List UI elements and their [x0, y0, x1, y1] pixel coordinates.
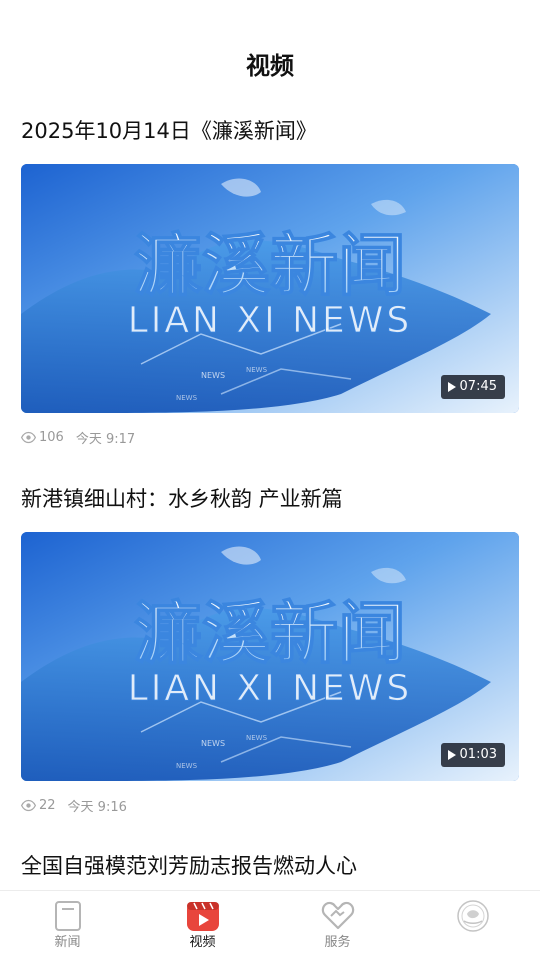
video-card[interactable]: 2025年10月14日《濂溪新闻》 濂溪新闻 LIAN XI NEWS NEWS… — [21, 116, 519, 447]
video-thumbnail[interactable]: 濂溪新闻 LIAN XI NEWS NEWS NEWS NEWS 01:03 — [21, 532, 519, 781]
thumbnail-tag: NEWS — [176, 394, 198, 402]
video-title[interactable]: 2025年10月14日《濂溪新闻》 — [21, 116, 519, 146]
video-feed[interactable]: 2025年10月14日《濂溪新闻》 濂溪新闻 LIAN XI NEWS NEWS… — [0, 110, 540, 890]
video-screen: 视频 2025年10月14日《濂溪新闻》 濂溪新闻 LIAN XI NEWS N… — [0, 0, 540, 960]
play-icon — [447, 750, 456, 760]
thumbnail-tag: NEWS — [201, 371, 225, 380]
header: 视频 — [0, 0, 540, 110]
thumbnail-tag: NEWS — [246, 734, 268, 742]
page-title: 视频 — [246, 52, 294, 80]
video-card[interactable]: 新港镇细山村：水乡秋韵 产业新篇 濂溪新闻 LIAN XI NEWS NEWS … — [21, 484, 519, 815]
video-title[interactable]: 全国自强模范刘芳励志报告燃动人心 — [21, 851, 519, 881]
duration-text: 07:45 — [459, 379, 497, 394]
view-count: 22 — [39, 797, 56, 813]
tab-video[interactable]: 视频 — [135, 891, 270, 960]
thumbnail-en-text: LIAN XI NEWS — [128, 668, 413, 709]
tab-news[interactable]: 新闻 — [0, 891, 135, 960]
tab-services[interactable]: 服务 — [270, 891, 405, 960]
publish-time: 今天 9:16 — [67, 799, 127, 815]
news-icon — [54, 901, 81, 931]
tab-label: 视频 — [189, 935, 216, 950]
tab-label: 新闻 — [54, 935, 81, 950]
video-meta: 106 今天 9:17 — [21, 427, 135, 447]
video-meta: 22 今天 9:16 — [21, 795, 127, 815]
eye-icon — [21, 431, 36, 443]
publish-time: 今天 9:17 — [75, 431, 136, 447]
bottom-tab-bar: 新闻 视频 服务 — [0, 890, 540, 960]
thumbnail-cn-text: 濂溪新闻 — [134, 227, 406, 306]
duration-badge: 07:45 — [440, 375, 505, 399]
view-count: 106 — [39, 429, 64, 445]
thumbnail-en-text: LIAN XI NEWS — [128, 300, 413, 341]
thumbnail-tag: NEWS — [176, 762, 198, 770]
video-card[interactable]: 全国自强模范刘芳励志报告燃动人心 — [21, 851, 519, 881]
video-title[interactable]: 新港镇细山村：水乡秋韵 产业新篇 — [21, 484, 519, 514]
tab-logo[interactable] — [405, 891, 540, 960]
play-icon — [447, 382, 456, 392]
tab-label: 服务 — [324, 935, 351, 950]
video-icon — [186, 902, 219, 931]
thumbnail-tag: NEWS — [246, 366, 268, 374]
thumbnail-tag: NEWS — [201, 739, 225, 748]
duration-badge: 01:03 — [440, 743, 505, 767]
thumbnail-cn-text: 濂溪新闻 — [134, 595, 406, 674]
duration-text: 01:03 — [459, 747, 497, 762]
video-thumbnail[interactable]: 濂溪新闻 LIAN XI NEWS NEWS NEWS NEWS 07:45 — [21, 164, 519, 413]
eye-icon — [21, 799, 36, 811]
logo-icon — [456, 900, 489, 932]
handshake-icon — [321, 901, 354, 930]
